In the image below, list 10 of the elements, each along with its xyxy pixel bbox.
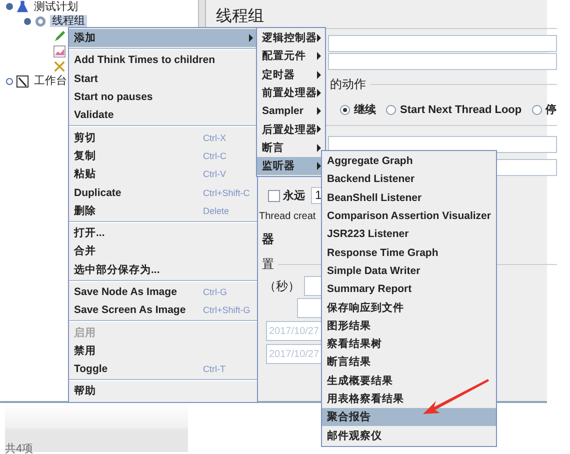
status-text: 共4项 [5,442,34,454]
group-label: 置 [262,256,274,273]
section-label: 器 [262,231,274,248]
option-label: Thread creat [259,211,316,222]
radio-label: 继续 [354,102,376,117]
radio-label: Start Next Thread Loop [400,104,522,116]
radio-label: 停 [546,102,557,117]
group-label: 的动作 [330,76,366,93]
duration-label: （秒） [264,278,300,294]
checkbox-label: 永远 [283,188,305,203]
